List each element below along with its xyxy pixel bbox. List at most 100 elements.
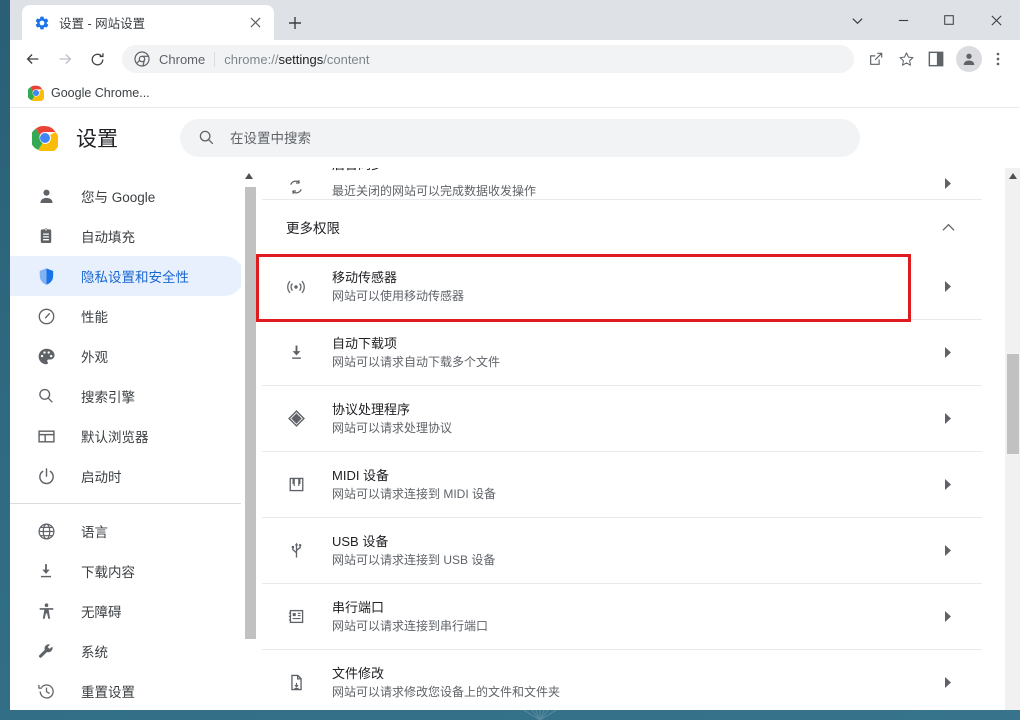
sidebar-item-default-browser[interactable]: 默认浏览器 xyxy=(10,416,244,456)
sidebar-item-appearance[interactable]: 外观 xyxy=(10,336,244,376)
permission-row-subtitle: 网站可以请求连接到 MIDI 设备 xyxy=(332,486,496,501)
permission-row-serial-ports[interactable]: 串行端口 网站可以请求连接到串行端口 xyxy=(262,584,982,650)
permission-row-title: 移动传感器 xyxy=(332,269,398,285)
permission-row-title: 文件修改 xyxy=(332,665,385,681)
gear-icon xyxy=(35,16,49,29)
share-icon[interactable] xyxy=(862,45,890,73)
permission-row-text: 文件修改 网站可以请求修改您设备上的文件和文件夹 xyxy=(332,665,936,701)
browser-window-icon xyxy=(36,426,56,446)
motion-sensor-icon xyxy=(286,277,306,297)
permission-row-text: 移动传感器 网站可以使用移动传感器 xyxy=(332,269,936,305)
sidebar-item-on-startup[interactable]: 启动时 xyxy=(10,456,244,496)
sidebar-item-label: 您与 Google xyxy=(81,190,156,205)
permission-row-text: 协议处理程序 网站可以请求处理协议 xyxy=(332,401,936,437)
browser-tab[interactable]: 设置 - 网站设置 xyxy=(22,5,274,40)
tab-strip: 设置 - 网站设置 xyxy=(10,0,1020,40)
minimize-icon[interactable] xyxy=(880,0,926,40)
clipboard-icon xyxy=(36,226,56,246)
main-pane-gutter xyxy=(983,168,1005,710)
permission-row-subtitle: 网站可以请求修改您设备上的文件和文件夹 xyxy=(332,684,561,699)
section-header-more-permissions[interactable]: 更多权限 xyxy=(262,200,982,254)
chrome-logo-icon xyxy=(32,125,58,151)
bookmark-item[interactable]: Google Chrome... xyxy=(22,82,156,104)
sidebar-item-label: 启动时 xyxy=(81,470,122,485)
permission-row-subtitle: 网站可以请求连接到 USB 设备 xyxy=(332,552,496,567)
scroll-up-icon[interactable] xyxy=(241,168,256,183)
address-bar[interactable]: Chrome chrome://settings/content xyxy=(122,45,854,73)
sidebar-item-label: 下载内容 xyxy=(81,565,135,580)
maximize-icon[interactable] xyxy=(926,0,972,40)
permission-row-title: 后台同步 xyxy=(332,168,384,172)
settings-header: 设置 xyxy=(10,108,1020,168)
globe-icon xyxy=(36,521,56,541)
three-dot-menu-icon[interactable] xyxy=(984,45,1012,73)
chevron-right-icon xyxy=(936,275,960,299)
permission-row-usb-devices[interactable]: USB 设备 网站可以请求连接到 USB 设备 xyxy=(262,518,982,584)
sidebar-item-downloads[interactable]: 下载内容 xyxy=(10,551,244,591)
window-controls xyxy=(834,0,1020,40)
permission-row-subtitle: 网站可以请求自动下载多个文件 xyxy=(332,354,501,369)
search-input[interactable] xyxy=(230,130,842,146)
browser-window: 设置 - 网站设置 Chrome chrome://settings/conte… xyxy=(10,0,1020,710)
permission-row-motion-sensors[interactable]: 移动传感器 网站可以使用移动传感器 xyxy=(262,254,982,320)
settings-body: 您与 Google 自动填充 隐私设置和安全性 性能 外观 搜索引擎 默认浏览器… xyxy=(10,168,1020,710)
sidebar-item-reset-settings[interactable]: 重置设置 xyxy=(10,671,244,710)
main-scrollbar-thumb[interactable] xyxy=(1007,354,1019,454)
close-icon[interactable] xyxy=(246,14,264,32)
sidebar-scrollbar-track[interactable] xyxy=(242,183,256,709)
scroll-down-icon[interactable] xyxy=(241,709,256,710)
browser-toolbar: Chrome chrome://settings/content xyxy=(10,40,1020,78)
section-header-label: 更多权限 xyxy=(286,221,340,236)
sidebar-item-system[interactable]: 系统 xyxy=(10,631,244,671)
settings-search-box[interactable] xyxy=(180,119,860,157)
bookmark-star-icon[interactable] xyxy=(892,45,920,73)
sidebar-item-label: 语言 xyxy=(81,525,108,540)
close-window-icon[interactable] xyxy=(972,0,1020,40)
sidebar-item-you-and-google[interactable]: 您与 Google xyxy=(10,176,244,216)
sidebar-item-performance[interactable]: 性能 xyxy=(10,296,244,336)
permission-row-title: MIDI 设备 xyxy=(332,467,390,483)
sidebar-item-label: 重置设置 xyxy=(81,685,135,700)
sidebar-scrollbar[interactable] xyxy=(241,168,256,710)
sidebar-item-accessibility[interactable]: 无障碍 xyxy=(10,591,244,631)
permission-row-protocol-handlers[interactable]: 协议处理程序 网站可以请求处理协议 xyxy=(262,386,982,452)
chevron-right-icon xyxy=(936,407,960,431)
permission-row-background-sync[interactable]: 后台同步 最近关闭的网站可以完成数据收发操作 xyxy=(262,168,982,200)
chevron-up-icon[interactable] xyxy=(936,215,960,239)
scroll-up-icon[interactable] xyxy=(1005,168,1020,183)
omnibox-scheme-label: Chrome xyxy=(159,51,206,67)
sidebar-item-autofill[interactable]: 自动填充 xyxy=(10,216,244,256)
wrench-icon xyxy=(36,641,56,661)
sidebar-item-label: 性能 xyxy=(81,310,108,325)
chevron-down-icon[interactable] xyxy=(834,0,880,40)
bookmarks-bar: Google Chrome... xyxy=(10,78,1020,108)
chrome-icon xyxy=(28,85,44,101)
forward-button[interactable] xyxy=(50,44,80,74)
reload-button[interactable] xyxy=(82,44,112,74)
url-prefix: chrome:// xyxy=(224,51,279,67)
sidebar-scrollbar-thumb[interactable] xyxy=(245,187,256,639)
permission-row-automatic-downloads[interactable]: 自动下载项 网站可以请求自动下载多个文件 xyxy=(262,320,982,386)
usb-icon xyxy=(286,541,306,561)
permission-row-title: USB 设备 xyxy=(332,533,389,549)
page-title: 设置 xyxy=(76,128,118,151)
back-button[interactable] xyxy=(18,44,48,74)
profile-avatar-icon[interactable] xyxy=(956,46,982,72)
sidebar-item-label: 默认浏览器 xyxy=(81,430,149,445)
sync-icon xyxy=(286,177,306,197)
sidebar-item-languages[interactable]: 语言 xyxy=(10,511,244,551)
serial-port-icon xyxy=(286,607,306,627)
new-tab-button[interactable] xyxy=(282,10,308,36)
sidebar-item-search-engine[interactable]: 搜索引擎 xyxy=(10,376,244,416)
sidebar-item-label: 隐私设置和安全性 xyxy=(81,270,189,285)
accessibility-icon xyxy=(36,601,56,621)
permission-row-title: 串行端口 xyxy=(332,599,385,615)
permission-row-file-editing[interactable]: 文件修改 网站可以请求修改您设备上的文件和文件夹 xyxy=(262,650,982,710)
side-panel-icon[interactable] xyxy=(922,45,950,73)
permission-row-midi-devices[interactable]: MIDI 设备 网站可以请求连接到 MIDI 设备 xyxy=(262,452,982,518)
scroll-down-icon[interactable] xyxy=(1005,709,1020,710)
main-scrollbar[interactable] xyxy=(1005,168,1020,710)
sidebar-item-privacy-and-security[interactable]: 隐私设置和安全性 xyxy=(10,256,244,296)
chevron-right-icon xyxy=(936,171,960,195)
sidebar-item-label: 外观 xyxy=(81,350,108,365)
